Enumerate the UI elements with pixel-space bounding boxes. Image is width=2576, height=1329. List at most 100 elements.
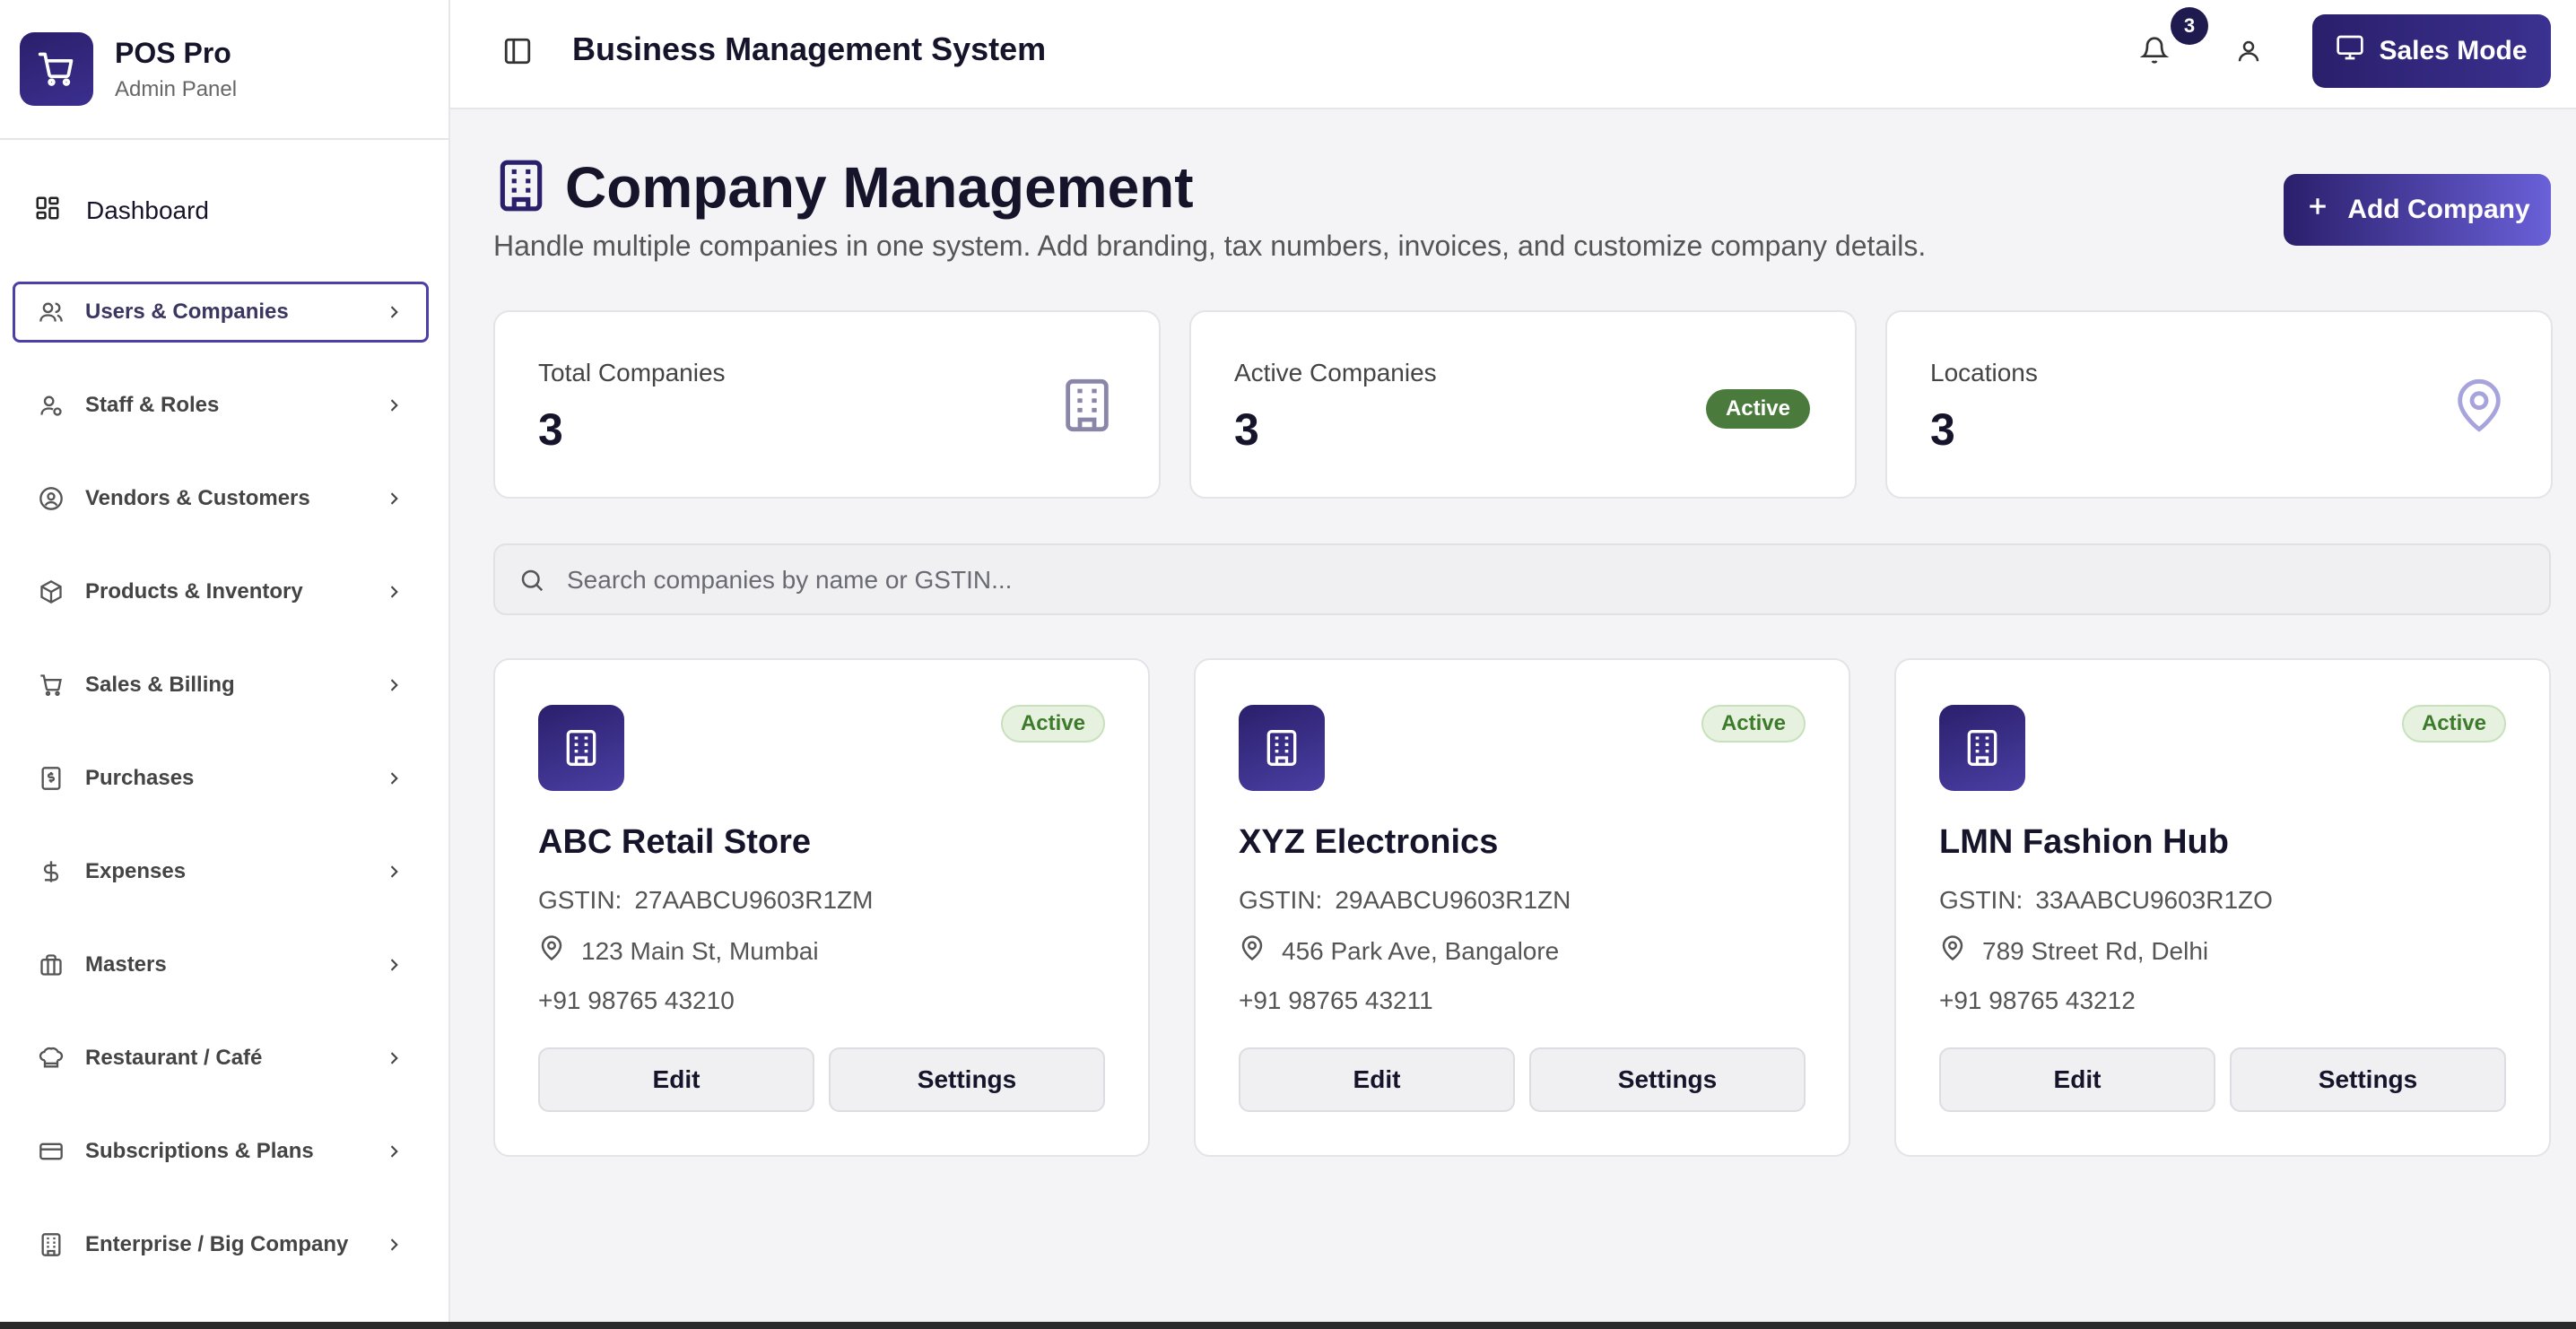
building-icon — [538, 705, 624, 791]
sidebar-item-users-companies[interactable]: Users & Companies — [13, 282, 429, 343]
stat-label: Total Companies — [538, 359, 726, 387]
company-phone: +91 98765 43210 — [538, 986, 735, 1014]
plus-icon — [2304, 193, 2331, 227]
company-phone: +91 98765 43211 — [1239, 986, 1433, 1014]
sidebar-nav: Users & Companies Staff & Roles Vendors … — [13, 282, 429, 1307]
sales-mode-label: Sales Mode — [2379, 36, 2528, 65]
cart-icon — [37, 671, 65, 699]
user-cog-icon — [37, 391, 65, 420]
monitor-icon — [2336, 33, 2364, 69]
settings-button[interactable]: Settings — [829, 1047, 1105, 1112]
gstin-value: 27AABCU9603R1ZM — [634, 886, 874, 914]
stat-value: 3 — [538, 404, 563, 455]
sidebar-item-vendors-customers[interactable]: Vendors & Customers — [13, 468, 429, 529]
company-address: 789 Street Rd, Delhi — [1939, 934, 2208, 968]
status-badge: Active — [2401, 705, 2506, 743]
building-icon — [1939, 705, 2025, 791]
settings-button[interactable]: Settings — [1529, 1047, 1806, 1112]
chevron-right-icon — [383, 954, 405, 976]
brand-subtitle: Admin Panel — [115, 76, 238, 101]
settings-button[interactable]: Settings — [2230, 1047, 2506, 1112]
chevron-right-icon — [383, 861, 405, 882]
stat-value: 3 — [1234, 404, 1259, 455]
window-bottom-edge — [0, 1322, 2576, 1329]
stat-card-total-companies: Total Companies 3 — [493, 310, 1161, 499]
company-name: LMN Fashion Hub — [1939, 823, 2229, 861]
user-profile-icon[interactable] — [2230, 32, 2267, 70]
sidebar-item-label: Dashboard — [86, 196, 209, 224]
sidebar-toggle-icon[interactable] — [502, 36, 535, 68]
sidebar-item-label: Masters — [85, 952, 167, 977]
search-bar — [493, 543, 2551, 615]
building-icon — [37, 1230, 65, 1259]
sidebar-item-expenses[interactable]: Expenses — [13, 841, 429, 902]
brand-title: POS Pro — [115, 36, 231, 69]
company-card: Active XYZ Electronics GSTIN: 29AABCU9603… — [1194, 658, 1850, 1157]
sidebar-item-sales-billing[interactable]: Sales & Billing — [13, 655, 429, 716]
page-title: Company Management — [565, 155, 1194, 220]
chevron-right-icon — [383, 488, 405, 509]
building-icon — [493, 158, 549, 213]
company-gstin: GSTIN: 27AABCU9603R1ZM — [538, 886, 873, 915]
edit-button[interactable]: Edit — [1239, 1047, 1515, 1112]
chevron-right-icon — [383, 301, 405, 323]
chevron-right-icon — [383, 768, 405, 789]
sidebar-item-masters[interactable]: Masters — [13, 934, 429, 995]
gstin-value: 29AABCU9603R1ZN — [1335, 886, 1571, 914]
dashboard-grid-icon — [34, 195, 61, 228]
sidebar-item-staff-roles[interactable]: Staff & Roles — [13, 375, 429, 436]
chef-hat-icon — [37, 1044, 65, 1073]
receipt-icon — [37, 764, 65, 793]
gstin-value: 33AABCU9603R1ZO — [2035, 886, 2273, 914]
sidebar-item-label: Enterprise / Big Company — [85, 1232, 349, 1256]
users-icon — [37, 298, 65, 326]
map-pin-icon — [538, 934, 565, 968]
chevron-right-icon — [383, 674, 405, 696]
sidebar-item-subscriptions-plans[interactable]: Subscriptions & Plans — [13, 1121, 429, 1182]
dollar-icon — [37, 857, 65, 886]
map-pin-icon — [1939, 934, 1966, 968]
address-text: 123 Main St, Mumbai — [581, 936, 819, 965]
company-card: Active LMN Fashion Hub GSTIN: 33AABCU9603… — [1894, 658, 2551, 1157]
add-company-button[interactable]: Add Company — [2284, 174, 2551, 246]
sidebar-item-label: Subscriptions & Plans — [85, 1139, 314, 1163]
gstin-label: GSTIN: — [1939, 886, 2023, 914]
chevron-right-icon — [383, 395, 405, 416]
company-name: ABC Retail Store — [538, 823, 812, 861]
sidebar-item-label: Staff & Roles — [85, 393, 220, 417]
sidebar-item-enterprise[interactable]: Enterprise / Big Company — [13, 1214, 429, 1275]
search-input[interactable] — [567, 560, 2522, 601]
chevron-right-icon — [383, 581, 405, 603]
user-circle-icon — [37, 484, 65, 513]
sidebar-item-label: Purchases — [85, 766, 195, 790]
company-card: Active ABC Retail Store GSTIN: 27AABCU960… — [493, 658, 1150, 1157]
sidebar-item-label: Products & Inventory — [85, 579, 303, 604]
sidebar-item-restaurant-cafe[interactable]: Restaurant / Café — [13, 1028, 429, 1089]
notification-count-badge: 3 — [2171, 7, 2208, 45]
sidebar-item-label: Vendors & Customers — [85, 486, 310, 510]
sidebar-item-label: Expenses — [85, 859, 187, 883]
sidebar-item-products-inventory[interactable]: Products & Inventory — [13, 561, 429, 622]
sidebar-item-label: Users & Companies — [85, 300, 289, 324]
map-pin-icon — [1239, 934, 1266, 968]
sales-mode-button[interactable]: Sales Mode — [2312, 14, 2551, 88]
sidebar-item-purchases[interactable]: Purchases — [13, 748, 429, 809]
company-name: XYZ Electronics — [1239, 823, 1499, 861]
add-company-label: Add Company — [2347, 195, 2530, 224]
edit-button[interactable]: Edit — [538, 1047, 814, 1112]
gstin-label: GSTIN: — [1239, 886, 1323, 914]
stat-label: Active Companies — [1234, 359, 1437, 387]
company-address: 456 Park Ave, Bangalore — [1239, 934, 1559, 968]
sidebar-item-dashboard[interactable]: Dashboard — [13, 179, 432, 242]
company-gstin: GSTIN: 33AABCU9603R1ZO — [1939, 886, 2273, 915]
address-text: 789 Street Rd, Delhi — [1982, 936, 2209, 965]
edit-button[interactable]: Edit — [1939, 1047, 2215, 1112]
company-address: 123 Main St, Mumbai — [538, 934, 819, 968]
status-badge: Active — [1701, 705, 1806, 743]
stat-card-locations: Locations 3 — [1885, 310, 2553, 499]
stat-label: Locations — [1930, 359, 2038, 387]
cart-logo-icon — [20, 32, 93, 106]
brand: POS Pro Admin Panel — [0, 0, 448, 140]
sidebar-item-label: Restaurant / Café — [85, 1046, 263, 1070]
bell-icon[interactable] — [2137, 32, 2172, 68]
